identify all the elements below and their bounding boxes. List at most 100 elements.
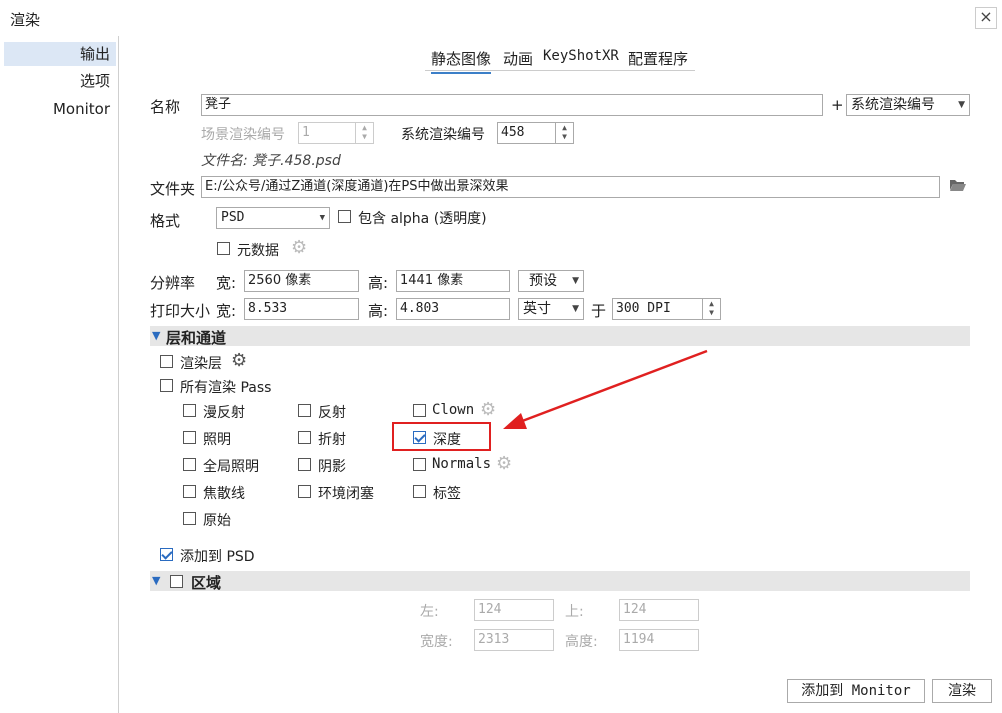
region-left-label: 左:: [420, 604, 439, 620]
normals-gear-icon[interactable]: ⚙: [496, 455, 512, 473]
pass-diffuse-label: 漫反射: [203, 405, 245, 421]
region-section-bar[interactable]: [150, 571, 970, 591]
region-left-input[interactable]: 124: [474, 599, 554, 621]
pass-reflection-label: 反射: [318, 405, 346, 421]
add-to-monitor-button[interactable]: 添加到 Monitor: [787, 679, 925, 703]
tab-configurator[interactable]: 配置程序: [628, 48, 688, 69]
tab-still-image[interactable]: 静态图像: [431, 48, 492, 74]
system-number-input[interactable]: 458 ▲ ▼: [497, 122, 574, 144]
res-width-label: 宽:: [216, 274, 237, 292]
format-value: PSD: [221, 210, 245, 225]
region-width-label: 宽度:: [420, 634, 453, 650]
name-suffix-value: 系统渲染编号: [851, 97, 935, 113]
all-passes-label: 所有渲染 Pass: [180, 380, 272, 396]
region-section-title: 区域: [191, 574, 222, 592]
resolution-label: 分辨率: [150, 274, 196, 292]
tab-keyshotxr[interactable]: KeyShotXR: [543, 48, 619, 64]
render-layers-checkbox[interactable]: [160, 355, 173, 368]
layers-section-bar[interactable]: [150, 326, 970, 346]
dpi-value: 300 DPI: [616, 301, 671, 316]
pass-labels-label: 标签: [433, 486, 461, 502]
filename-preview: 文件名: 凳子.458.psd: [201, 153, 341, 169]
pass-raw-checkbox[interactable]: [183, 512, 196, 525]
pass-ao-label: 环境闭塞: [318, 486, 374, 502]
close-button[interactable]: ×: [975, 7, 997, 29]
region-width-input[interactable]: 2313: [474, 629, 554, 651]
pass-lighting-checkbox[interactable]: [183, 431, 196, 444]
pass-caustics-checkbox[interactable]: [183, 485, 196, 498]
res-width-input[interactable]: 2560 像素: [244, 270, 359, 292]
render-button[interactable]: 渲染: [932, 679, 992, 703]
plus-sign: +: [831, 96, 844, 114]
sidebar: 输出 选项 Monitor: [0, 36, 119, 713]
name-label: 名称: [150, 98, 181, 116]
pass-normals-checkbox[interactable]: [413, 458, 426, 471]
name-input[interactable]: 凳子: [201, 94, 823, 116]
annotation-arrow-icon: [503, 349, 708, 429]
region-top-input[interactable]: 124: [619, 599, 699, 621]
name-suffix-select[interactable]: 系统渲染编号 ▼: [846, 94, 970, 116]
pass-clown-checkbox[interactable]: [413, 404, 426, 417]
title-bar: [0, 0, 1002, 36]
print-width-label: 宽:: [216, 302, 237, 320]
chevron-down-icon[interactable]: ▼: [152, 329, 160, 342]
pass-lighting-label: 照明: [203, 432, 231, 448]
pass-reflection-checkbox[interactable]: [298, 404, 311, 417]
region-height-input[interactable]: 1194: [619, 629, 699, 651]
spinner-icon[interactable]: ▲ ▼: [555, 123, 573, 143]
chevron-down-icon: ▼: [572, 304, 579, 314]
scene-number-value: 1: [302, 125, 310, 140]
print-height-input[interactable]: 4.803: [396, 298, 510, 320]
region-top-label: 上:: [565, 604, 584, 620]
print-size-label: 打印大小: [150, 302, 211, 320]
metadata-label: 元数据: [237, 243, 279, 259]
pass-refraction-label: 折射: [318, 432, 346, 448]
folder-label: 文件夹: [150, 180, 196, 198]
annotation-highlight-box: [392, 422, 491, 451]
chevron-down-icon[interactable]: ▼: [152, 574, 160, 587]
scene-number-input[interactable]: 1 ▲ ▼: [298, 122, 374, 144]
pass-refraction-checkbox[interactable]: [298, 431, 311, 444]
all-passes-checkbox[interactable]: [160, 379, 173, 392]
layers-section-title: 层和通道: [166, 329, 227, 347]
add-to-psd-checkbox[interactable]: [160, 548, 173, 561]
folder-input[interactable]: E:/公众号/通过Z通道(深度通道)在PS中做出景深效果: [201, 176, 940, 198]
folder-open-icon[interactable]: [949, 178, 967, 192]
preset-value: 预设: [529, 273, 557, 289]
clown-gear-icon[interactable]: ⚙: [480, 401, 496, 419]
scene-number-label: 场景渲染编号: [201, 127, 285, 143]
sidebar-item-options[interactable]: 选项: [4, 69, 116, 93]
format-label: 格式: [150, 212, 181, 230]
pass-ao-checkbox[interactable]: [298, 485, 311, 498]
alpha-checkbox[interactable]: [338, 210, 351, 223]
format-select[interactable]: PSD ▼: [216, 207, 330, 229]
pass-normals-label: Normals: [432, 456, 492, 472]
print-height-label: 高:: [368, 302, 389, 320]
metadata-checkbox[interactable]: [217, 242, 230, 255]
sidebar-item-monitor[interactable]: Monitor: [4, 97, 116, 121]
spinner-icon[interactable]: ▲ ▼: [702, 299, 720, 319]
region-checkbox[interactable]: [170, 575, 183, 588]
sidebar-item-output[interactable]: 输出: [4, 42, 116, 66]
add-to-psd-label: 添加到 PSD: [180, 549, 255, 565]
preset-select[interactable]: 预设 ▼: [518, 270, 584, 292]
window-title: 渲染: [10, 11, 41, 29]
tab-animation[interactable]: 动画: [503, 48, 533, 69]
pass-labels-checkbox[interactable]: [413, 485, 426, 498]
render-layers-gear-icon[interactable]: ⚙: [231, 352, 247, 370]
metadata-gear-icon[interactable]: ⚙: [291, 239, 307, 257]
dpi-input[interactable]: 300 DPI ▲ ▼: [612, 298, 721, 320]
pass-diffuse-checkbox[interactable]: [183, 404, 196, 417]
unit-select[interactable]: 英寸 ▼: [518, 298, 584, 320]
render-layers-label: 渲染层: [180, 356, 222, 372]
pass-raw-label: 原始: [203, 513, 231, 529]
pass-gi-checkbox[interactable]: [183, 458, 196, 471]
print-width-input[interactable]: 8.533: [244, 298, 359, 320]
res-height-input[interactable]: 1441 像素: [396, 270, 510, 292]
dpi-at-label: 于: [591, 302, 607, 320]
pass-gi-label: 全局照明: [203, 459, 259, 475]
alpha-label: 包含 alpha (透明度): [358, 211, 487, 227]
spinner-icon[interactable]: ▲ ▼: [355, 123, 373, 143]
pass-shadow-checkbox[interactable]: [298, 458, 311, 471]
pass-shadow-label: 阴影: [318, 459, 346, 475]
